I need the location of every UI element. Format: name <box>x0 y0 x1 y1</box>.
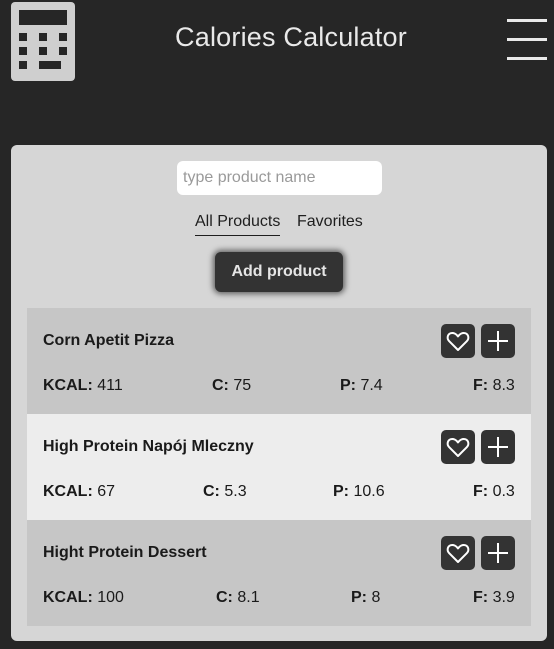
add-product-button[interactable]: Add product <box>215 252 343 292</box>
protein-value: 10.6 <box>353 483 385 500</box>
fat-label: F: <box>473 589 489 606</box>
favorite-heart-icon[interactable] <box>441 536 475 570</box>
carbs-value: 5.3 <box>224 483 247 500</box>
hamburger-menu-icon[interactable] <box>507 19 547 61</box>
kcal-value: 100 <box>97 589 124 606</box>
nutrient-carbs: C: 75 <box>212 377 251 395</box>
nutrient-protein: P: 10.6 <box>333 483 385 501</box>
nutrient-kcal: KCAL: 411 <box>43 377 123 395</box>
app-title: Calories Calculator <box>175 22 407 52</box>
product-name: Hight Protein Dessert <box>43 544 207 561</box>
product-item: Corn Apetit Pizza KCAL: 411 C: 75 P: 7.4… <box>27 308 531 414</box>
kcal-label: KCAL: <box>43 589 93 606</box>
products-panel: All Products Favorites Add product Corn … <box>11 145 547 641</box>
tab-all-products[interactable]: All Products <box>195 213 281 236</box>
add-to-list-plus-icon[interactable] <box>481 536 515 570</box>
product-search-input[interactable] <box>177 161 382 195</box>
product-item: High Protein Napój Mleczny KCAL: 67 C: 5… <box>27 414 531 520</box>
carbs-value: 75 <box>233 377 252 394</box>
nutrient-protein: P: 7.4 <box>340 377 383 395</box>
product-item: Hight Protein Dessert KCAL: 100 C: 8.1 P… <box>27 520 531 626</box>
favorite-heart-icon[interactable] <box>441 430 475 464</box>
fat-value: 3.9 <box>492 589 515 606</box>
add-to-list-plus-icon[interactable] <box>481 430 515 464</box>
carbs-label: C: <box>203 483 220 500</box>
nutrient-kcal: KCAL: 100 <box>43 589 124 607</box>
nutrient-protein: P: 8 <box>351 589 380 607</box>
kcal-label: KCAL: <box>43 377 93 394</box>
carbs-label: C: <box>212 377 229 394</box>
fat-value: 8.3 <box>492 377 515 394</box>
fat-label: F: <box>473 483 489 500</box>
favorite-heart-icon[interactable] <box>441 324 475 358</box>
fat-label: F: <box>473 377 489 394</box>
nutrient-carbs: C: 8.1 <box>216 589 260 607</box>
kcal-value: 67 <box>97 483 116 500</box>
nutrient-fat: F: 3.9 <box>473 589 515 607</box>
protein-label: P: <box>351 589 367 606</box>
tab-favorites[interactable]: Favorites <box>297 213 363 235</box>
nutrient-fat: F: 8.3 <box>473 377 515 395</box>
app-header: Calories Calculator <box>0 0 554 100</box>
product-list: Corn Apetit Pizza KCAL: 411 C: 75 P: 7.4… <box>27 308 531 626</box>
add-to-list-plus-icon[interactable] <box>481 324 515 358</box>
product-name: Corn Apetit Pizza <box>43 332 174 349</box>
nutrient-fat: F: 0.3 <box>473 483 515 501</box>
nutrient-carbs: C: 5.3 <box>203 483 247 501</box>
kcal-label: KCAL: <box>43 483 93 500</box>
carbs-label: C: <box>216 589 233 606</box>
protein-label: P: <box>333 483 349 500</box>
protein-label: P: <box>340 377 356 394</box>
protein-value: 8 <box>371 589 381 606</box>
protein-value: 7.4 <box>360 377 383 394</box>
fat-value: 0.3 <box>492 483 515 500</box>
product-name: High Protein Napój Mleczny <box>43 438 254 455</box>
carbs-value: 8.1 <box>237 589 260 606</box>
kcal-value: 411 <box>97 377 123 394</box>
nutrient-kcal: KCAL: 67 <box>43 483 115 501</box>
